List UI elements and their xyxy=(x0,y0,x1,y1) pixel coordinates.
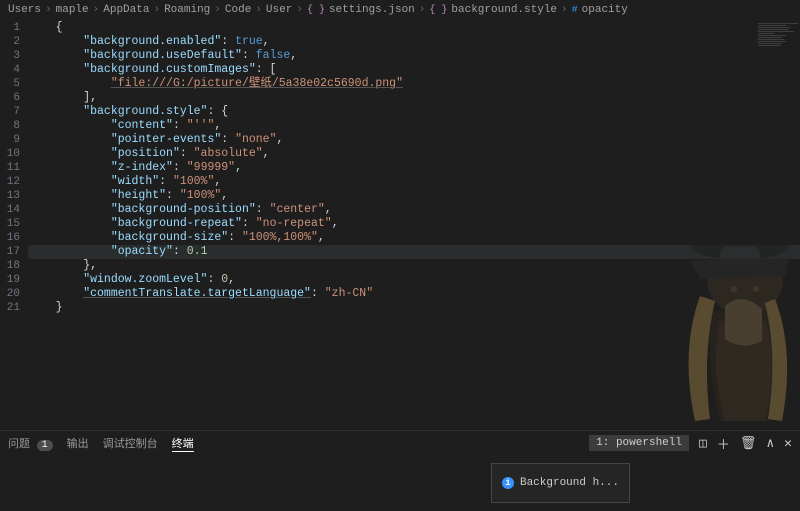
toast-text: Background h... xyxy=(520,477,619,489)
code-line[interactable]: "commentTranslate.targetLanguage": "zh-C… xyxy=(28,287,800,301)
code-line[interactable]: "pointer-events": "none", xyxy=(28,133,800,147)
editor[interactable]: 123456789101112131415161718192021 { "bac… xyxy=(0,20,800,430)
crumb-sep: › xyxy=(255,4,262,16)
crumb-sep: › xyxy=(214,4,221,16)
tab-debug[interactable]: 调试控制台 xyxy=(103,435,158,451)
json-file-icon: { } xyxy=(307,5,325,16)
code-line[interactable]: "background-position": "center", xyxy=(28,203,800,217)
terminal-panel-header: 问题 1 输出 调试控制台 终端 1: powershell ◫ ＋ 🗑 ∧ ✕ xyxy=(0,430,800,455)
crumb-maple[interactable]: maple xyxy=(56,4,89,16)
code-line[interactable]: "background.customImages": [ xyxy=(28,63,800,77)
code-line[interactable]: { xyxy=(28,21,800,35)
tab-output[interactable]: 输出 xyxy=(67,435,89,451)
crumb-sep: › xyxy=(296,4,303,16)
minimap[interactable] xyxy=(758,22,798,52)
kill-terminal-icon[interactable]: 🗑 xyxy=(740,436,757,451)
close-panel-icon[interactable]: ✕ xyxy=(784,436,792,451)
code-line[interactable]: "opacity": 0.1 xyxy=(28,245,800,259)
code-line[interactable]: "background-size": "100%,100%", xyxy=(28,231,800,245)
code-line[interactable]: "background.useDefault": false, xyxy=(28,49,800,63)
code-line[interactable]: ], xyxy=(28,91,800,105)
code-line[interactable]: } xyxy=(28,301,800,315)
code-line[interactable]: "height": "100%", xyxy=(28,189,800,203)
crumb-sep: › xyxy=(93,4,100,16)
crumb-file[interactable]: settings.json xyxy=(329,4,415,16)
notification-toast[interactable]: i Background h... xyxy=(491,463,630,503)
hash-icon: # xyxy=(572,5,578,16)
terminal-select[interactable]: 1: powershell xyxy=(589,435,689,451)
crumb-sep: › xyxy=(45,4,52,16)
code-line[interactable]: }, xyxy=(28,259,800,273)
crumb-sep: › xyxy=(419,4,426,16)
breadcrumb[interactable]: Users› maple› AppData› Roaming› Code› Us… xyxy=(0,0,800,20)
line-gutter: 123456789101112131415161718192021 xyxy=(0,20,28,430)
split-terminal-icon[interactable]: ◫ xyxy=(699,436,707,451)
tab-terminal[interactable]: 终端 xyxy=(172,435,194,452)
code-line[interactable]: "window.zoomLevel": 0, xyxy=(28,273,800,287)
code-line[interactable]: "content": "''", xyxy=(28,119,800,133)
crumb-users[interactable]: Users xyxy=(8,4,41,16)
new-terminal-icon[interactable]: ＋ xyxy=(717,434,730,453)
crumb-user[interactable]: User xyxy=(266,4,292,16)
terminal-body[interactable] xyxy=(0,455,800,511)
code-line[interactable]: "width": "100%", xyxy=(28,175,800,189)
problems-badge: 1 xyxy=(37,440,53,451)
code-area[interactable]: { "background.enabled": true, "backgroun… xyxy=(28,20,800,430)
crumb-sep: › xyxy=(153,4,160,16)
crumb-appdata[interactable]: AppData xyxy=(103,4,149,16)
code-line[interactable]: "z-index": "99999", xyxy=(28,161,800,175)
crumb-symbol1[interactable]: background.style xyxy=(451,4,557,16)
crumb-code[interactable]: Code xyxy=(225,4,251,16)
crumb-symbol2[interactable]: opacity xyxy=(582,4,628,16)
maximize-panel-icon[interactable]: ∧ xyxy=(766,436,774,451)
info-icon: i xyxy=(502,477,514,489)
code-line[interactable]: "background-repeat": "no-repeat", xyxy=(28,217,800,231)
code-line[interactable]: "background.enabled": true, xyxy=(28,35,800,49)
tab-problems[interactable]: 问题 1 xyxy=(8,435,53,451)
code-line[interactable]: "background.style": { xyxy=(28,105,800,119)
crumb-roaming[interactable]: Roaming xyxy=(164,4,210,16)
tab-problems-label: 问题 xyxy=(8,439,30,451)
code-line[interactable]: "file:///G:/picture/壁纸/5a38e02c5690d.png… xyxy=(28,77,800,91)
code-line[interactable]: "position": "absolute", xyxy=(28,147,800,161)
crumb-sep: › xyxy=(561,4,568,16)
json-object-icon: { } xyxy=(429,5,447,16)
